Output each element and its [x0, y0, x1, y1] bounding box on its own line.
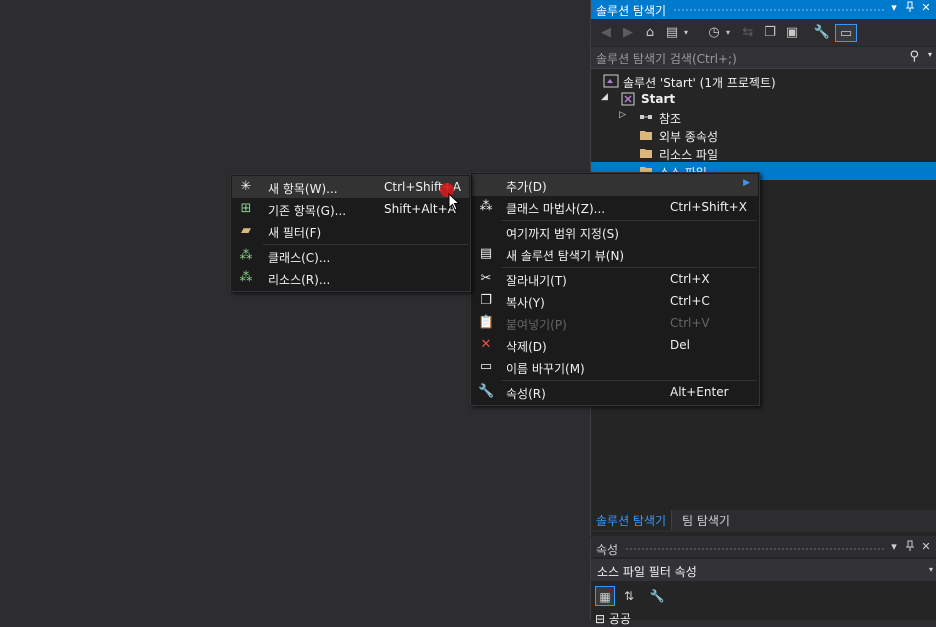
tree-item-project[interactable]: ◢ Start	[591, 90, 936, 108]
show-all-files-icon[interactable]: ▣	[783, 24, 801, 42]
collapsed-icon[interactable]: ▷	[619, 110, 626, 120]
menu-item-copy[interactable]: ❐ 복사(Y) Ctrl+C	[472, 290, 758, 312]
solution-explorer-toolbar: ◀ ▶ ⌂ ▤ ▾ ◷ ▾ ⇆ ❐ ▣ 🔧 ▭	[591, 20, 936, 46]
copy-icon: ❐	[480, 293, 492, 308]
panel-title: 속성	[596, 543, 619, 557]
tree-item-external-deps[interactable]: 외부 종속성	[591, 126, 936, 144]
wrench-icon[interactable]: 🔧	[647, 586, 667, 606]
collapse-all-icon[interactable]: ❐	[761, 24, 779, 42]
search-input[interactable]: 솔루션 탐색기 검색(Ctrl+;) ⚲ ▾	[591, 47, 936, 69]
menu-item-class-wizard[interactable]: ⁂ 클래스 마법사(Z)... Ctrl+Shift+X	[472, 196, 758, 218]
dropdown-icon[interactable]: ▾	[887, 1, 901, 17]
mouse-cursor-icon	[448, 192, 461, 214]
existing-item-icon: ⊞	[240, 201, 252, 216]
references-icon	[639, 110, 653, 124]
new-item-icon: ✳	[240, 179, 252, 194]
object-selector[interactable]: 소스 파일 필터 속성 ▾	[591, 559, 936, 581]
submenu-arrow-icon: ▶	[743, 178, 750, 188]
chevron-down-icon[interactable]: ▾	[928, 50, 932, 59]
close-icon[interactable]: ✕	[919, 1, 933, 17]
dropdown-icon[interactable]: ▾	[887, 540, 901, 556]
pin-icon[interactable]	[903, 540, 917, 556]
context-menu: 추가(D) ▶ ⁂ 클래스 마법사(Z)... Ctrl+Shift+X 여기까…	[470, 172, 760, 406]
categorized-icon[interactable]: ▦	[595, 586, 615, 606]
preview-icon[interactable]: ▭	[835, 24, 857, 42]
menu-item-existing-item[interactable]: ⊞ 기존 항목(G)... Shift+Alt+A	[232, 198, 469, 220]
solution-explorer-titlebar[interactable]: 솔루션 탐색기 ▾ ✕	[591, 0, 936, 19]
chevron-down-icon[interactable]: ▾	[719, 24, 737, 42]
panel-title: 솔루션 탐색기	[596, 4, 667, 18]
tree-item-references[interactable]: ▷ 참조	[591, 108, 936, 126]
properties-titlebar[interactable]: 속성 ▾ ✕	[591, 538, 936, 557]
add-submenu: ✳ 새 항목(W)... Ctrl+Shift+A ⊞ 기존 항목(G)... …	[230, 174, 471, 292]
folder-icon	[639, 146, 653, 160]
explorer-tabs: 솔루션 탐색기 팀 탐색기	[591, 510, 936, 532]
close-icon[interactable]: ✕	[919, 540, 933, 556]
property-category[interactable]: ⊟ 공공	[595, 610, 631, 627]
menu-item-delete[interactable]: ✕ 삭제(D) Del	[472, 334, 758, 356]
menu-item-resource[interactable]: ⁂ 리소스(R)...	[232, 267, 469, 289]
paste-icon: 📋	[478, 315, 495, 330]
search-icon[interactable]: ⚲	[909, 49, 919, 64]
tree-item-solution[interactable]: 솔루션 'Start' (1개 프로젝트)	[591, 72, 936, 90]
search-placeholder: 솔루션 탐색기 검색(Ctrl+;)	[596, 52, 737, 66]
wrench-icon[interactable]: 🔧	[813, 24, 831, 42]
menu-item-properties[interactable]: 🔧 속성(R) Alt+Enter	[472, 381, 758, 403]
pin-icon[interactable]	[903, 1, 917, 17]
alphabetical-icon[interactable]: ⇅	[619, 586, 639, 606]
menu-item-add[interactable]: 추가(D) ▶	[472, 174, 758, 196]
expanded-icon[interactable]: ◢	[601, 92, 608, 102]
back-icon[interactable]: ◀	[597, 24, 615, 42]
properties-toolbar: ▦ ⇅ 🔧	[591, 583, 936, 609]
home-icon[interactable]: ⌂	[641, 24, 659, 42]
project-icon	[621, 92, 635, 106]
chevron-down-icon[interactable]: ▾	[929, 565, 933, 574]
tab-solution-explorer[interactable]: 솔루션 탐색기	[591, 510, 673, 530]
class-wizard-icon: ⁂	[479, 199, 493, 214]
delete-x-icon: ✕	[480, 337, 492, 352]
tab-team-explorer[interactable]: 팀 탐색기	[677, 510, 735, 530]
scissors-icon: ✂	[480, 271, 492, 286]
menu-item-class[interactable]: ⁂ 클래스(C)...	[232, 245, 469, 267]
new-filter-icon: ▰	[241, 223, 251, 238]
rename-icon: ▭	[479, 359, 493, 374]
menu-item-cut[interactable]: ✂ 잘라내기(T) Ctrl+X	[472, 268, 758, 290]
folder-icon	[639, 128, 653, 142]
chevron-down-icon[interactable]: ▾	[677, 24, 695, 42]
menu-item-new-view[interactable]: ▤ 새 솔루션 탐색기 뷰(N)	[472, 243, 758, 265]
new-view-icon: ▤	[479, 246, 493, 261]
menu-item-rename[interactable]: ▭ 이름 바꾸기(M)	[472, 356, 758, 378]
menu-item-new-filter[interactable]: ▰ 새 필터(F)	[232, 220, 469, 242]
solution-icon	[603, 74, 619, 88]
menu-item-scope-to-this[interactable]: 여기까지 범위 지정(S)	[472, 221, 758, 243]
properties-panel: 속성 ▾ ✕ 소스 파일 필터 속성 ▾ ▦ ⇅ 🔧 ⊟ 공공	[590, 538, 936, 626]
resource-icon: ⁂	[239, 270, 253, 285]
sync-icon[interactable]: ⇆	[739, 24, 757, 42]
tree-item-resource-files[interactable]: 리소스 파일	[591, 144, 936, 162]
menu-item-paste: 📋 붙여넣기(P) Ctrl+V	[478, 315, 710, 332]
class-icon: ⁂	[239, 248, 253, 263]
menu-item-new-item[interactable]: ✳ 새 항목(W)... Ctrl+Shift+A	[232, 176, 469, 198]
forward-icon[interactable]: ▶	[619, 24, 637, 42]
wrench-icon: 🔧	[478, 384, 495, 399]
